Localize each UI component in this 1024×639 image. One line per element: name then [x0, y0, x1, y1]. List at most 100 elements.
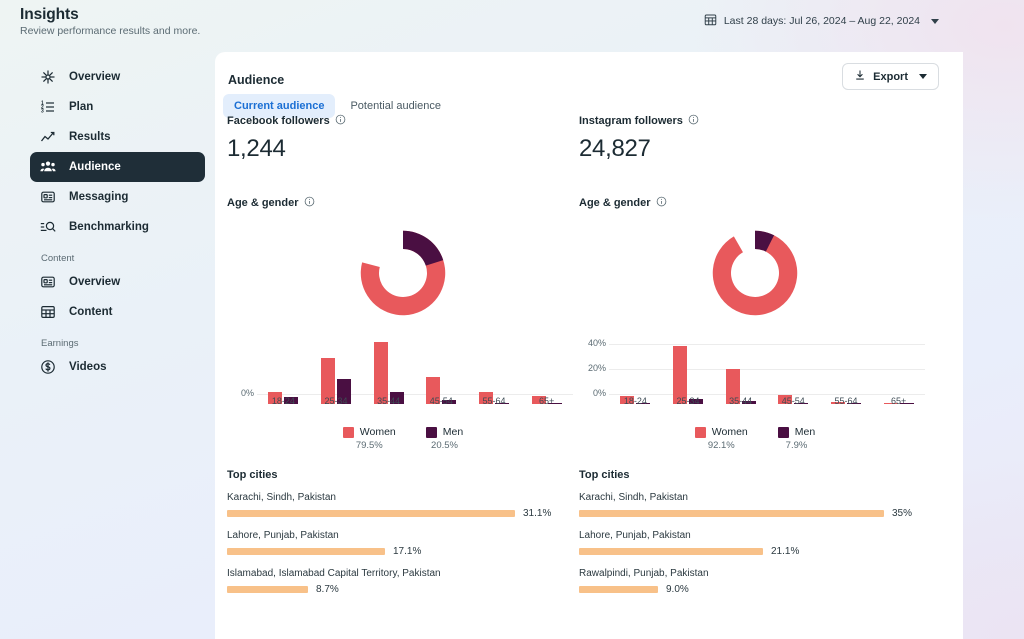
facebook-top-cities: Top cities Karachi, Sindh, Pakistan 31.1…: [227, 469, 579, 595]
city-bar: [227, 548, 385, 555]
facebook-column: Facebook followers 1,244 Age & gender: [227, 114, 579, 595]
city-pct: 35%: [892, 508, 912, 519]
page-subtitle: Review performance results and more.: [20, 25, 200, 37]
x-axis-tick: 25-34: [318, 396, 354, 406]
legend-men-pct: 20.5%: [431, 440, 458, 451]
calendar-icon: [704, 13, 717, 29]
instagram-age-gender-text: Age & gender: [579, 197, 651, 209]
instagram-followers-text: Instagram followers: [579, 115, 683, 127]
info-icon[interactable]: [304, 196, 315, 210]
sidebar-item-label: Plan: [69, 101, 93, 113]
x-axis-tick: 35-44: [723, 396, 759, 406]
bar-group: [374, 342, 404, 404]
men-swatch-icon: [426, 427, 437, 438]
list-item: Karachi, Sindh, Pakistan 31.1%: [227, 492, 579, 519]
instagram-age-gender-label: Age & gender: [579, 196, 931, 210]
chart-line-icon: [40, 129, 56, 145]
top-header: Insights Review performance results and …: [0, 0, 1024, 52]
legend-men-label: Men: [443, 426, 463, 438]
page-title: Insights: [20, 6, 79, 24]
bar-women[interactable]: [374, 342, 388, 404]
sidebar-item-content-overview[interactable]: Overview: [30, 267, 205, 297]
donut-slice-men: [403, 231, 443, 266]
men-swatch-icon: [778, 427, 789, 438]
list-item: Lahore, Punjab, Pakistan 21.1%: [579, 530, 931, 557]
sidebar-item-label: Audience: [69, 161, 121, 173]
card-title: Audience: [228, 73, 284, 87]
info-icon[interactable]: [335, 114, 346, 128]
top-cities-title: Top cities: [227, 469, 579, 481]
x-axis-tick: 18-24: [617, 396, 653, 406]
sidebar-item-plan[interactable]: 1 2 3 Plan: [30, 92, 205, 122]
facebook-gender-donut: [227, 218, 579, 328]
women-swatch-icon: [695, 427, 706, 438]
list-item: Rawalpindi, Punjab, Pakistan 9.0%: [579, 568, 931, 595]
export-button[interactable]: Export: [842, 63, 939, 90]
instagram-age-gender-barchart: 0%20%40%18-2425-3435-4445-5455-6465+: [579, 332, 931, 404]
date-range-picker[interactable]: Last 28 days: Jul 26, 2024 – Aug 22, 202…: [704, 13, 939, 29]
x-axis-tick: 35-44: [371, 396, 407, 406]
list-icon: 1 2 3: [40, 99, 56, 115]
sidebar-item-videos[interactable]: Videos: [30, 352, 205, 382]
sidebar-item-overview[interactable]: Overview: [30, 62, 205, 92]
instagram-followers-label: Instagram followers: [579, 114, 931, 128]
facebook-followers-label: Facebook followers: [227, 114, 579, 128]
x-axis-tick: 45-54: [423, 396, 459, 406]
x-axis-labels: 18-2425-3435-4445-5455-6465+: [609, 396, 925, 406]
instagram-gender-donut: [579, 218, 931, 328]
facebook-followers-text: Facebook followers: [227, 115, 330, 127]
facebook-age-gender-barchart: 0%18-2425-3435-4445-5455-6465+: [227, 332, 579, 404]
x-axis-tick: 25-34: [670, 396, 706, 406]
sidebar-item-audience[interactable]: Audience: [30, 152, 205, 182]
sidebar-item-label: Videos: [69, 361, 107, 373]
sidebar-item-label: Results: [69, 131, 111, 143]
svg-text:3: 3: [41, 109, 44, 115]
people-icon: [40, 159, 56, 175]
chevron-down-icon: [931, 19, 939, 24]
benchmark-icon: [40, 219, 56, 235]
sidebar-group-content: Content: [41, 253, 215, 264]
audience-card: Audience Export Current audience Potenti…: [215, 52, 963, 639]
dollar-icon: [40, 359, 56, 375]
sidebar-item-benchmarking[interactable]: Benchmarking: [30, 212, 205, 242]
city-name: Karachi, Sindh, Pakistan: [227, 492, 579, 503]
facebook-chart-legend: Women 79.5% Men 20.5%: [227, 426, 579, 451]
legend-women: Women 92.1%: [695, 426, 748, 451]
overview-icon: [40, 69, 56, 85]
sidebar-item-messaging[interactable]: Messaging: [30, 182, 205, 212]
chevron-down-icon: [919, 74, 927, 79]
city-name: Islamabad, Islamabad Capital Territory, …: [227, 568, 579, 579]
info-icon[interactable]: [688, 114, 699, 128]
sidebar-group-earnings: Earnings: [41, 338, 215, 349]
bar-group-container: [257, 342, 573, 404]
card-header: Audience Export Current audience Potenti…: [215, 52, 963, 114]
x-axis-labels: 18-2425-3435-4445-5455-6465+: [257, 396, 573, 406]
city-pct: 9.0%: [666, 584, 689, 595]
list-item: Karachi, Sindh, Pakistan 35%: [579, 492, 931, 519]
city-name: Lahore, Punjab, Pakistan: [227, 530, 579, 541]
city-bar: [227, 586, 308, 593]
facebook-age-gender-text: Age & gender: [227, 197, 299, 209]
y-axis-tick: 40%: [579, 338, 606, 348]
women-swatch-icon: [343, 427, 354, 438]
city-name: Lahore, Punjab, Pakistan: [579, 530, 931, 541]
list-item: Lahore, Punjab, Pakistan 17.1%: [227, 530, 579, 557]
date-range-label: Last 28 days: Jul 26, 2024 – Aug 22, 202…: [724, 15, 920, 27]
legend-women-pct: 92.1%: [708, 440, 735, 451]
sidebar-item-content[interactable]: Content: [30, 297, 205, 327]
legend-women-label: Women: [360, 426, 396, 438]
legend-women: Women 79.5%: [343, 426, 396, 451]
instagram-top-cities: Top cities Karachi, Sindh, Pakistan 35% …: [579, 469, 931, 595]
sidebar-item-label: Content: [69, 306, 112, 318]
y-axis-tick: 0%: [579, 388, 606, 398]
download-icon: [854, 69, 866, 84]
x-axis-tick: 45-54: [775, 396, 811, 406]
legend-women-label: Women: [712, 426, 748, 438]
sidebar-item-label: Messaging: [69, 191, 128, 203]
legend-men-label: Men: [795, 426, 815, 438]
info-icon[interactable]: [656, 196, 667, 210]
x-axis-tick: 55-64: [476, 396, 512, 406]
sidebar-item-results[interactable]: Results: [30, 122, 205, 152]
legend-men: Men 7.9%: [778, 426, 815, 451]
sidebar-item-label: Overview: [69, 71, 120, 83]
